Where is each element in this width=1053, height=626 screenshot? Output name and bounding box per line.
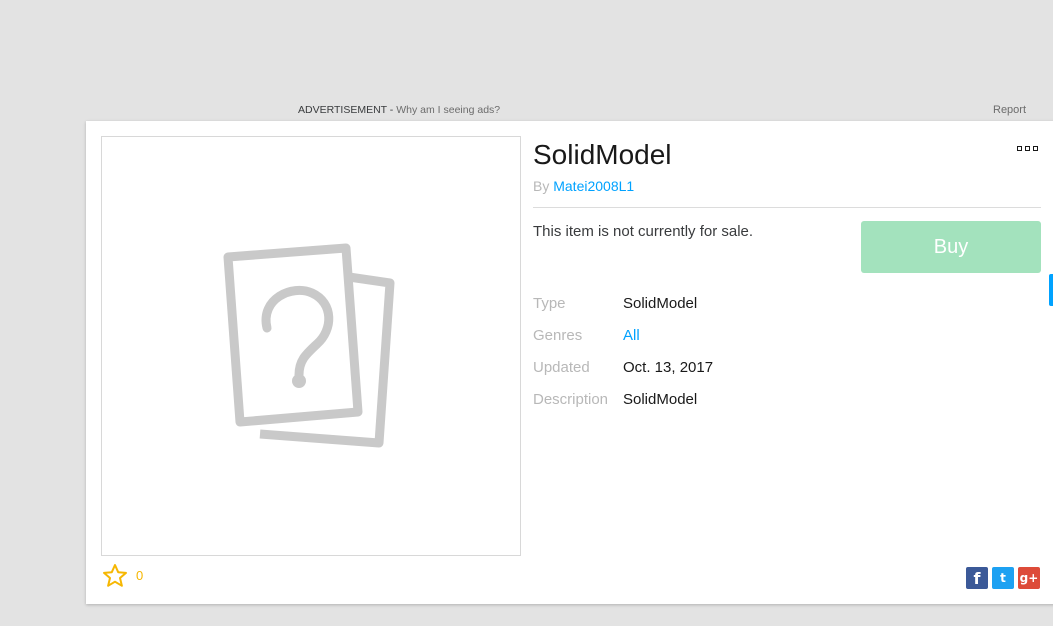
more-dot (1033, 145, 1038, 151)
item-details-panel: SolidModel By Matei2008L1 This item is n… (86, 121, 1053, 604)
buy-button[interactable]: Buy (861, 221, 1041, 273)
side-scroll-tab[interactable] (1049, 274, 1053, 306)
twitter-share-icon[interactable]: t (992, 567, 1014, 589)
item-title: SolidModel (533, 139, 672, 170)
sale-status-message: This item is not currently for sale. (533, 223, 754, 240)
detail-value-updated: Oct. 13, 2017 (623, 358, 714, 376)
detail-label: Description (533, 390, 609, 408)
favorite-button[interactable]: 0 (102, 563, 143, 588)
creator-link[interactable]: Matei2008L1 (553, 178, 634, 194)
item-byline: By Matei2008L1 (533, 178, 634, 194)
detail-row-type: Type SolidModel (533, 287, 713, 319)
detail-label: Genres (533, 326, 583, 344)
star-outline-icon (103, 564, 127, 587)
detail-label: Updated (533, 358, 590, 376)
detail-label: Type (533, 294, 566, 312)
detail-row-genres: Genres All (533, 319, 713, 351)
detail-row-description: Description SolidModel (533, 383, 713, 415)
more-dot (1025, 145, 1030, 151)
title-divider (533, 207, 1041, 208)
more-options-icon[interactable] (1017, 143, 1043, 153)
item-details-list: Type SolidModel Genres All Updated Oct. … (533, 287, 713, 415)
ad-separator: - (386, 104, 397, 116)
item-thumbnail (101, 136, 521, 556)
facebook-share-icon[interactable]: f (966, 567, 988, 589)
why-ads-link[interactable]: Why am I seeing ads? (396, 104, 500, 116)
ad-label: ADVERTISEMENT (298, 104, 387, 116)
detail-value-description: SolidModel (623, 390, 698, 408)
more-dot (1017, 145, 1022, 151)
ad-bar: ADVERTISEMENT - Why am I seeing ads? (298, 104, 500, 116)
genre-link-all[interactable]: All (623, 327, 640, 344)
detail-row-updated: Updated Oct. 13, 2017 (533, 351, 713, 383)
unknown-image-placeholder-icon (223, 243, 395, 448)
social-share-buttons: f t g+ (966, 567, 1040, 589)
googleplus-share-icon[interactable]: g+ (1018, 567, 1040, 589)
report-link[interactable]: Report (993, 104, 1026, 116)
detail-value-type: SolidModel (623, 294, 698, 312)
by-prefix: By (533, 178, 554, 194)
favorite-count: 0 (136, 568, 144, 583)
